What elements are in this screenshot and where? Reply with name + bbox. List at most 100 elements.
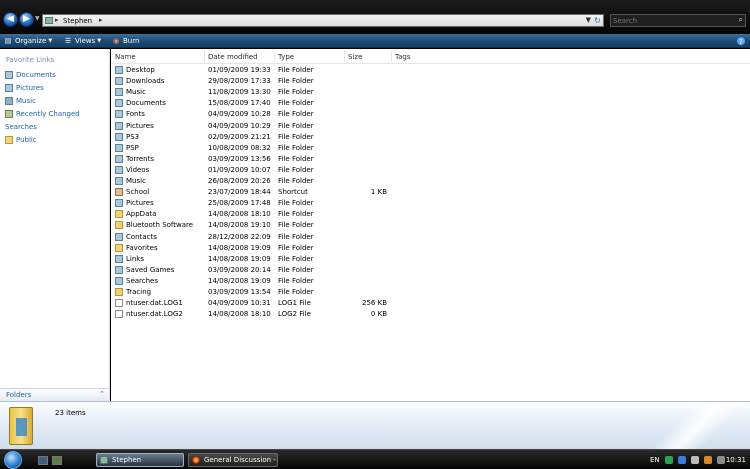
recent-pages-dropdown[interactable]: ▼ — [35, 16, 41, 22]
file-row[interactable]: Searches 14/08/2008 19:09 File Folder — [111, 276, 411, 287]
favorite-link-label: Searches — [5, 123, 38, 131]
file-row[interactable]: Music 11/08/2009 13:30 File Folder — [111, 87, 411, 98]
column-header-tags[interactable]: Tags — [395, 53, 411, 61]
file-type: File Folder — [278, 99, 314, 108]
tray-device-icon[interactable] — [716, 456, 725, 464]
file-row[interactable]: Music 26/08/2009 20:26 File Folder — [111, 176, 411, 187]
file-type: File Folder — [278, 221, 314, 230]
file-row[interactable]: PSP 10/08/2009 08:32 File Folder — [111, 143, 411, 154]
file-row[interactable]: Videos 01/09/2009 10:07 File Folder — [111, 165, 411, 176]
folder-icon — [115, 199, 123, 208]
tray-security-icon[interactable] — [703, 456, 712, 464]
file-row[interactable]: ntuser.dat.LOG1 04/09/2009 10:31 LOG1 File… — [111, 298, 411, 309]
favorite-link-label: Documents — [16, 71, 56, 79]
column-header-type[interactable]: Type — [278, 53, 294, 61]
column-divider[interactable] — [344, 51, 345, 62]
file-name: Saved Games — [126, 265, 175, 274]
firefox-icon — [192, 456, 200, 464]
taskbar: Stephen General Discussion - ... EN 10:3… — [0, 449, 750, 469]
file-type: File Folder — [278, 276, 314, 285]
favorite-link-public[interactable]: Public — [5, 135, 37, 145]
file-row[interactable]: Links 14/08/2008 19:09 File Folder — [111, 254, 411, 265]
language-indicator[interactable]: EN — [650, 456, 660, 464]
file-row[interactable]: Fonts 04/09/2009 10:28 File Folder — [111, 109, 411, 120]
file-type: File Folder — [278, 243, 314, 252]
switch-windows-icon[interactable] — [52, 456, 62, 465]
favorite-link-pictures[interactable]: Pictures — [5, 83, 44, 93]
column-divider[interactable] — [274, 51, 275, 62]
tray-app-icon[interactable] — [664, 456, 673, 464]
search-box[interactable]: ⌕ — [610, 14, 746, 27]
file-name: Searches — [126, 276, 159, 285]
file-row[interactable]: Favorites 14/08/2008 19:09 File Folder — [111, 243, 411, 254]
navigation-pane: Favorite Links Documents Pictures Music … — [0, 49, 623, 401]
file-row[interactable]: Torrents 03/09/2009 13:56 File Folder — [111, 154, 411, 165]
folder-icon — [115, 243, 123, 252]
refresh-icon[interactable]: ↻ — [593, 16, 602, 25]
folder-icon — [115, 254, 123, 263]
organize-icon: ▤ — [4, 37, 12, 45]
column-header-date-modified[interactable]: Date modified — [208, 53, 258, 61]
help-icon[interactable]: ? — [736, 36, 746, 46]
breadcrumb-separator-icon[interactable]: ▸ — [99, 16, 103, 24]
burn-button[interactable]: ◉ Burn — [112, 36, 140, 46]
file-row[interactable]: Downloads 29/08/2009 17:33 File Folder — [111, 76, 411, 87]
column-divider[interactable] — [391, 51, 392, 62]
favorite-link-documents[interactable]: Documents — [5, 70, 56, 80]
file-type: File Folder — [278, 143, 314, 152]
file-row[interactable]: Tracing 03/09/2009 13:54 File Folder — [111, 287, 411, 298]
file-date-modified: 04/09/2009 10:31 — [208, 299, 271, 308]
tray-volume-icon[interactable] — [690, 456, 699, 464]
file-row[interactable]: Pictures 04/09/2009 10:29 File Folder — [111, 121, 411, 132]
folder-icon — [115, 177, 123, 185]
taskbar-button-explorer[interactable]: Stephen — [96, 453, 184, 467]
file-row[interactable]: Documents 15/08/2009 17:40 File Folder — [111, 98, 411, 109]
breadcrumb-separator-icon[interactable]: ▸ — [55, 16, 59, 24]
views-button[interactable]: ☰ Views ▼ — [64, 36, 101, 46]
file-date-modified: 26/08/2009 20:26 — [208, 177, 271, 185]
file-type: File Folder — [278, 77, 314, 86]
search-input[interactable] — [613, 16, 731, 26]
organize-label: Organize — [15, 37, 47, 45]
file-row[interactable]: Contacts 28/12/2008 22:09 File Folder — [111, 232, 411, 243]
back-button[interactable]: ◀ — [3, 12, 18, 27]
file-date-modified: 04/09/2009 10:28 — [208, 110, 271, 119]
file-row[interactable]: PS3 02/09/2009 21:21 File Folder — [111, 132, 411, 143]
organize-button[interactable]: ▤ Organize ▼ — [4, 36, 53, 46]
favorite-link-recently-changed[interactable]: Recently Changed — [5, 109, 80, 119]
forward-button[interactable]: ▶ — [19, 12, 34, 27]
folders-toggle[interactable]: Folders ⌃ — [0, 388, 110, 401]
search-icon[interactable]: ⌕ — [739, 15, 743, 25]
file-row[interactable]: ntuser.dat.LOG2 14/08/2008 18:10 LOG2 File… — [111, 309, 411, 320]
forward-arrow-icon: ▶ — [23, 14, 30, 24]
pictures-icon — [5, 84, 13, 92]
column-divider[interactable] — [204, 51, 205, 62]
show-desktop-icon[interactable] — [38, 456, 48, 465]
address-dropdown-icon[interactable]: ▼ — [586, 16, 591, 24]
file-name: Videos — [126, 165, 150, 174]
file-date-modified: 14/08/2008 19:10 — [208, 221, 271, 230]
start-button[interactable] — [4, 451, 22, 469]
clock[interactable]: 10:31 — [726, 456, 746, 464]
file-row[interactable]: School 23/07/2009 18:44 Shortcut 1 KB — [111, 187, 411, 198]
folder-icon — [115, 154, 123, 163]
address-bar[interactable]: ▸ Stephen ▸ ▼ ↻ — [42, 14, 604, 27]
taskbar-button-firefox[interactable]: General Discussion - ... — [188, 453, 278, 467]
file-row[interactable]: Bluetooth Software 14/08/2008 19:10 File F… — [111, 220, 411, 231]
file-date-modified: 11/08/2009 13:30 — [208, 88, 271, 97]
tray-network-icon[interactable] — [677, 456, 686, 464]
file-row[interactable]: Desktop 01/09/2009 19:33 File Folder — [111, 65, 411, 76]
file-row[interactable]: AppData 14/08/2008 18:10 File Folder — [111, 209, 411, 220]
column-header-name[interactable]: Name — [115, 53, 136, 61]
favorite-link-searches[interactable]: Searches — [5, 122, 623, 144]
breadcrumb-stephen[interactable]: Stephen — [63, 17, 92, 25]
file-type: File Folder — [278, 165, 314, 174]
file-date-modified: 28/12/2008 22:09 — [208, 232, 271, 241]
column-headers: Name Date modified Type Size Tags — [111, 49, 750, 64]
favorite-link-music[interactable]: Music — [5, 96, 36, 106]
file-type: File Folder — [278, 199, 314, 208]
folder-icon — [115, 143, 123, 152]
file-row[interactable]: Saved Games 03/09/2008 20:14 File Folder — [111, 265, 411, 276]
file-row[interactable]: Pictures 25/08/2009 17:48 File Folder — [111, 198, 411, 209]
column-header-size[interactable]: Size — [348, 53, 362, 61]
